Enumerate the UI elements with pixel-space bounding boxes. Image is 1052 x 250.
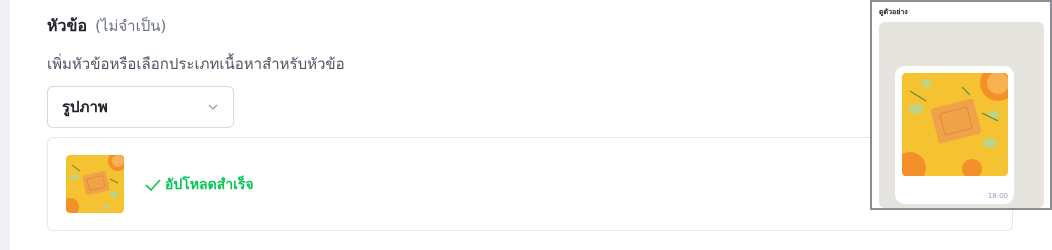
preview-label: ดูตัวอย่าง xyxy=(879,8,908,16)
message-bubble: 18:00 xyxy=(895,66,1014,204)
upload-status-text: อัปโหลดสำเร็จ xyxy=(165,177,254,193)
checkmark-icon xyxy=(145,179,161,192)
upload-area[interactable]: อัปโหลดสำเร็จ xyxy=(47,137,1013,231)
uploaded-image-thumbnail[interactable] xyxy=(66,155,124,213)
preview-panel: ดูตัวอย่าง 18:00 xyxy=(870,0,1052,210)
upload-status: อัปโหลดสำเร็จ xyxy=(145,174,254,196)
content-type-value: รูปภาพ xyxy=(62,98,108,116)
section-header: หัวข้อ (ไม่จำเป็น) xyxy=(47,14,166,39)
optional-label: (ไม่จำเป็น) xyxy=(95,17,167,35)
chat-preview-area: 18:00 xyxy=(879,22,1044,208)
section-title: หัวข้อ xyxy=(47,16,88,35)
soap-image-icon xyxy=(902,73,1008,176)
message-time: 18:00 xyxy=(987,192,1008,200)
section-description: เพิ่มหัวข้อหรือเลือกประเภทเนื้อหาสำหรับห… xyxy=(47,55,345,73)
chevron-down-icon xyxy=(208,104,218,110)
soap-image-icon xyxy=(66,155,124,213)
content-type-select[interactable]: รูปภาพ xyxy=(47,86,234,128)
preview-image xyxy=(902,73,1008,176)
